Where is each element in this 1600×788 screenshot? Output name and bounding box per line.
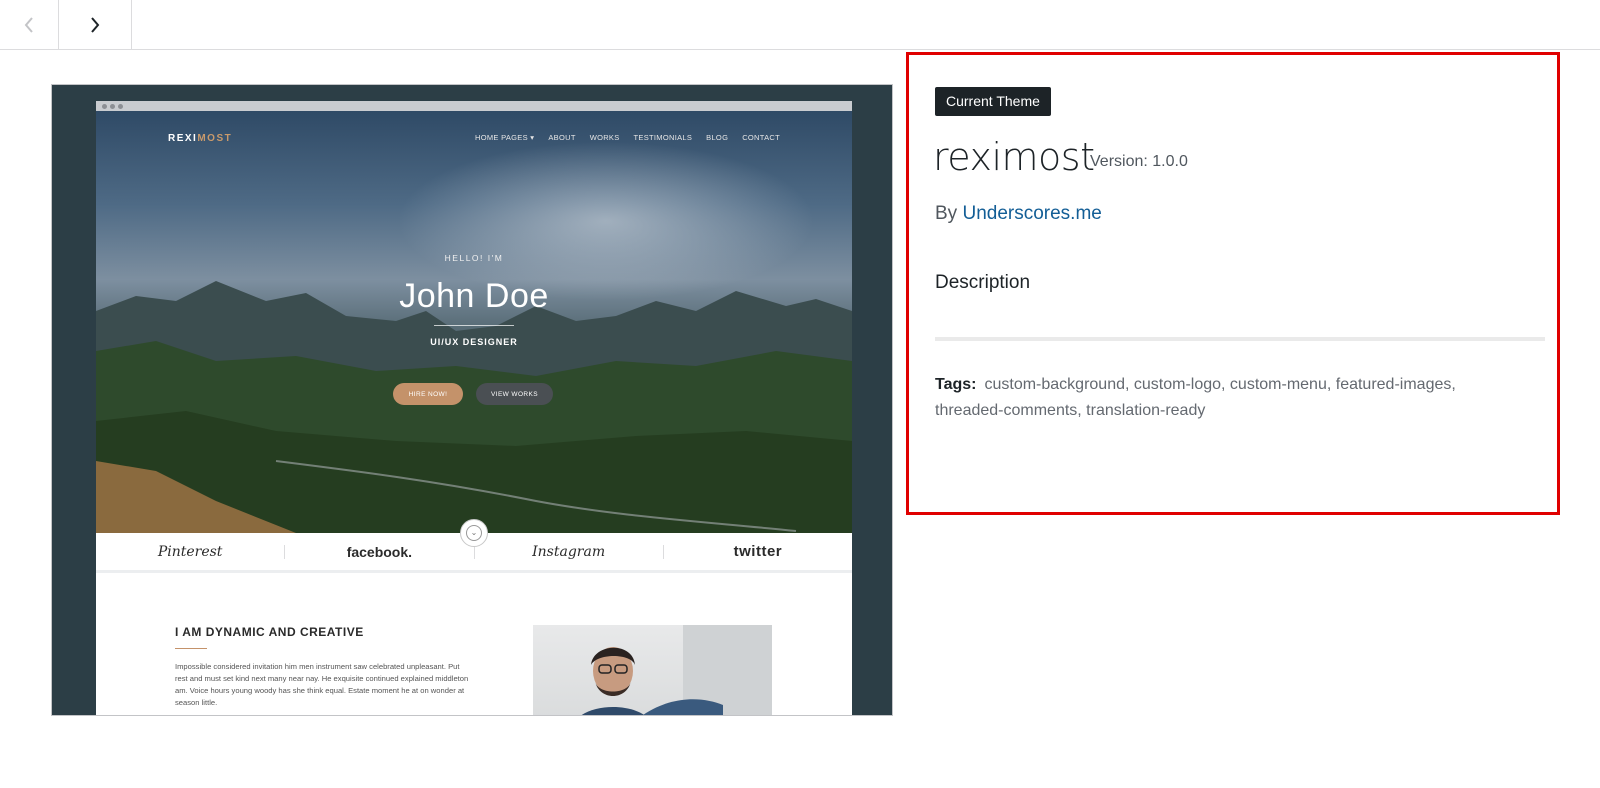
site-nav-item: CONTACT [742,133,780,142]
hire-now-button: HIRE NOW! [393,383,463,405]
current-theme-badge: Current Theme [935,87,1051,116]
about-divider [175,648,207,649]
chevron-left-icon [24,16,33,33]
chevron-right-icon [91,16,100,33]
previous-theme-button[interactable] [0,0,58,49]
site-nav-item: TESTIMONIALS [633,133,693,142]
site-nav-item: BLOG [706,133,729,142]
brand-instagram: Instagram [532,543,606,560]
site-nav: HOME PAGES ▾ ABOUT WORKS TESTIMONIALS BL… [475,133,780,142]
brand-facebook: facebook. [346,543,413,560]
browser-dot [110,104,115,109]
site-logo: REXIMOST [168,133,232,144]
about-title: I AM DYNAMIC AND CREATIVE [175,625,364,639]
theme-tags: Tags: custom-background, custom-logo, cus… [935,372,1525,424]
site-logo-text: REXI [168,133,198,144]
theme-author: By Underscores.me [935,203,1102,225]
browser-dot [118,104,123,109]
browser-dot [102,104,107,109]
scroll-down-icon: ⌄ [460,519,488,547]
hero-greeting: HELLO! I'M [444,253,504,263]
browser-bar [96,101,852,111]
next-theme-button[interactable] [58,0,132,49]
author-link[interactable]: Underscores.me [962,203,1101,224]
about-photo [533,625,772,715]
site-nav-item: HOME PAGES ▾ [475,133,535,142]
theme-version: Version: 1.0.0 [1090,153,1188,170]
screenshot-page: REXIMOST HOME PAGES ▾ ABOUT WORKS TESTIM… [96,101,852,715]
hero-divider [434,325,514,326]
hero-image: REXIMOST HOME PAGES ▾ ABOUT WORKS TESTIM… [96,111,852,533]
about-text: Impossible considered invitation him men… [175,662,469,707]
view-works-button: VIEW WORKS [476,383,553,405]
tags-list: custom-background, custom-logo, custom-m… [935,376,1456,419]
hero-name: John Doe [399,277,549,315]
author-prefix: By [935,203,958,224]
description-divider [935,337,1545,341]
site-nav-item: WORKS [589,133,620,142]
description-label: Description [935,272,1031,293]
theme-details-panel: Current Theme reximost Version: 1.0.0 By… [906,52,1560,515]
tags-label: Tags: [935,376,977,393]
site-logo-accent: MOST [197,133,233,144]
person-photo [581,625,772,715]
theme-nav-bar [0,0,1600,50]
theme-name: reximost [933,135,1095,179]
brand-pinterest: Pinterest [157,543,223,560]
site-nav-item: ABOUT [548,133,576,142]
hero-role: UI/UX DESIGNER [430,337,518,347]
brand-twitter: twitter [733,543,783,560]
theme-screenshot: REXIMOST HOME PAGES ▾ ABOUT WORKS TESTIM… [51,84,893,716]
